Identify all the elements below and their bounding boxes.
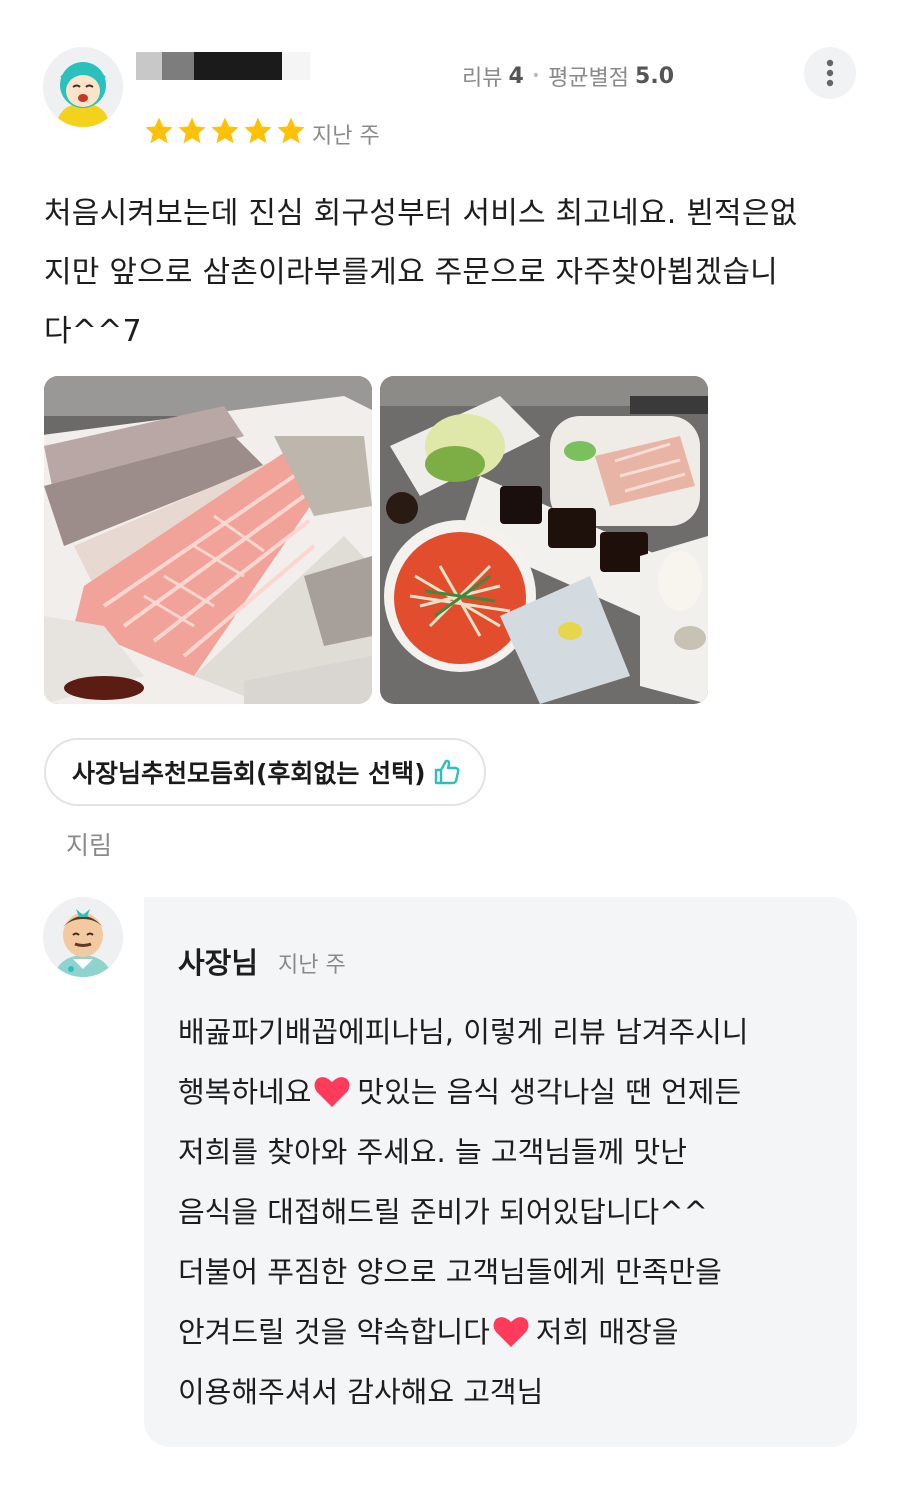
review-text-line: 지만 앞으로 삼촌이라부를게요 주문으로 자주찾아뵙겠습니 — [44, 255, 778, 290]
menu-item-name: 사장님추천모듬회(후회없는 선택) — [72, 759, 426, 788]
reply-line-text: 저희 매장을 — [535, 1315, 679, 1349]
reply-line: 배곮파기배꼽에피나님, 이렇게 리뷰 남겨주시니 — [178, 1002, 838, 1062]
reply-line-text: 행복하네요 — [178, 1075, 312, 1109]
reply-line-text: 저희를 찾아와 주세요. 늘 고객님들께 맛난 — [178, 1135, 687, 1169]
reviewer-name-redacted — [136, 52, 310, 80]
reply-line: 이용해주셔서 감사해요 고객님 — [178, 1362, 838, 1422]
owner-avatar — [43, 897, 123, 977]
reply-line: 행복하네요 맛있는 음식 생각나실 땐 언제든 — [178, 1062, 838, 1122]
star-rating — [144, 116, 306, 146]
owner-reply-date: 지난 주 — [278, 953, 346, 978]
more-vertical-icon — [826, 59, 834, 87]
reply-line: 저희를 찾아와 주세요. 늘 고객님들께 맛난 — [178, 1122, 838, 1182]
reply-line: 음식을 대접해드릴 준비가 되어있답니다^^ — [178, 1182, 838, 1242]
reply-line-text: 배곮파기배꼽에피나님, 이렇게 리뷰 남겨주시니 — [178, 1015, 749, 1049]
reply-line-text: 이용해주셔서 감사해요 고객님 — [178, 1375, 544, 1409]
reply-line-text: 더불어 푸짐한 양으로 고객님들에게 만족만을 — [178, 1255, 722, 1289]
more-options-button[interactable] — [804, 47, 856, 99]
menu-item-chip[interactable]: 사장님추천모듬회(후회없는 선택) — [44, 738, 486, 806]
reply-line: 안겨드릴 것을 약속합니다 저희 매장을 — [178, 1302, 838, 1362]
heart-icon — [493, 1317, 529, 1347]
delivery-status: 지림 — [66, 831, 113, 860]
star-icon — [277, 117, 305, 144]
reply-line: 더불어 푸짐한 양으로 고객님들에게 만족만을 — [178, 1242, 838, 1302]
sashimi-closeup-image — [44, 376, 372, 704]
heart-icon — [314, 1077, 350, 1107]
review-text-line: 처음시켜보는데 진심 회구성부터 서비스 최고네요. 뵌적은없 — [44, 196, 798, 231]
owner-name: 사장님 — [178, 946, 259, 980]
reviewer-stats: 리뷰 4 • 평균별점 5.0 — [462, 60, 674, 92]
average-rating-label: 평균별점 — [548, 66, 630, 91]
star-icon — [145, 117, 173, 144]
reply-line-text: 맛있는 음식 생각나실 땐 언제든 — [357, 1075, 742, 1109]
thumbs-up-icon — [434, 759, 460, 785]
average-rating-value: 5.0 — [635, 63, 675, 89]
star-icon — [244, 117, 272, 144]
review-count-value: 4 — [508, 63, 524, 89]
separator-dot: • — [531, 68, 541, 84]
review-count-label: 리뷰 — [462, 66, 503, 91]
reply-line-text: 안겨드릴 것을 약속합니다 — [178, 1315, 490, 1349]
reply-line-text: 음식을 대접해드릴 준비가 되어있답니다^^ — [178, 1195, 708, 1229]
review-text: 처음시켜보는데 진심 회구성부터 서비스 최고네요. 뵌적은없 지만 앞으로 삼… — [44, 184, 859, 361]
star-icon — [211, 117, 239, 144]
star-icon — [178, 117, 206, 144]
table-spread-image — [380, 376, 708, 704]
reviewer-avatar[interactable] — [43, 47, 123, 127]
review-photo-2[interactable] — [380, 376, 708, 704]
owner-reply-text: 배곮파기배꼽에피나님, 이렇게 리뷰 남겨주시니행복하네요 맛있는 음식 생각나실… — [178, 1002, 838, 1422]
reviewer-avatar-image — [43, 47, 123, 127]
owner-avatar-image — [43, 897, 123, 977]
review-text-line: 다^^7 — [44, 314, 142, 349]
review-date: 지난 주 — [312, 124, 380, 149]
review-photo-1[interactable] — [44, 376, 372, 704]
